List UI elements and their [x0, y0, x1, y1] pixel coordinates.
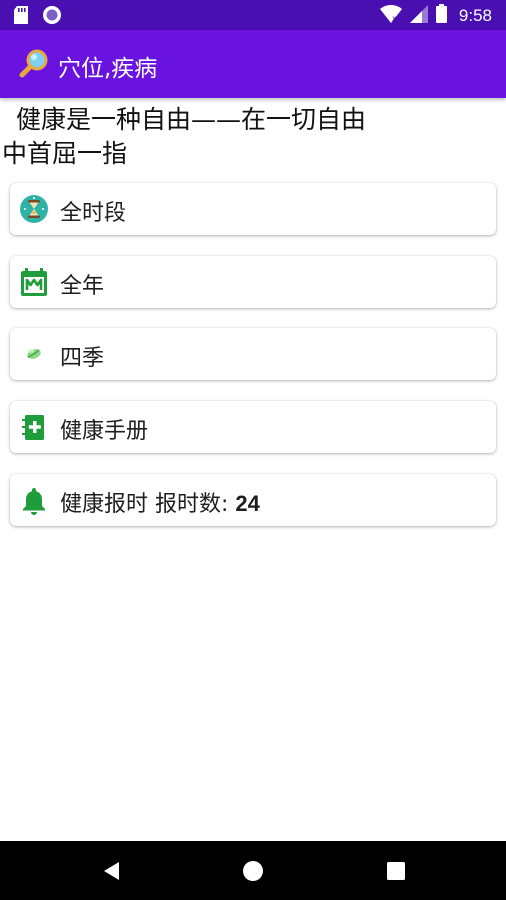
app-title: 穴位,疾病 — [58, 56, 158, 82]
menu-item-four-seasons[interactable]: 四季 — [10, 328, 496, 380]
circle-notification-icon — [42, 5, 62, 29]
menu-item-label: 四季 — [60, 346, 105, 371]
menu-item-label: 全年 — [60, 274, 105, 299]
svg-text:x: x — [392, 14, 397, 23]
status-right-icons: x 9:58 — [379, 4, 492, 27]
menu-item-full-year[interactable]: 全年 — [10, 256, 496, 308]
menu-item-all-periods[interactable]: 全时段 — [10, 183, 496, 235]
chime-count: 24 — [235, 491, 260, 516]
hourglass-icon — [19, 194, 49, 224]
motto-line-2: 中首屈一指 — [2, 139, 128, 168]
health-book-icon — [19, 412, 49, 442]
battery-icon — [435, 4, 447, 27]
menu-item-label: 健康报时 报时数: 24 — [60, 486, 260, 518]
system-nav-bar — [0, 841, 506, 900]
menu-item-label: 全时段 — [60, 201, 127, 226]
back-icon[interactable] — [100, 859, 124, 883]
wifi-icon: x — [379, 4, 402, 27]
magnifier-icon — [18, 48, 50, 80]
sd-card-icon — [14, 6, 28, 28]
bell-icon — [19, 485, 49, 515]
app-bar: 穴位,疾病 — [0, 30, 506, 98]
menu-item-label: 健康手册 — [60, 419, 149, 444]
status-bar: x 9:58 — [0, 0, 506, 30]
chime-label: 健康报时 报时数: — [60, 492, 236, 517]
leaf-icon — [19, 339, 49, 369]
recents-icon[interactable] — [384, 859, 408, 883]
menu-item-health-chime[interactable]: 健康报时 报时数: 24 — [10, 474, 496, 526]
menu-item-health-handbook[interactable]: 健康手册 — [10, 401, 496, 453]
home-icon[interactable] — [241, 859, 265, 883]
status-time: 9:58 — [458, 5, 492, 25]
cell-signal-icon — [409, 4, 428, 27]
motto-line-1: 健康是一种自由——在一切自由 — [16, 105, 367, 134]
calendar-icon — [19, 267, 49, 297]
status-left-icons — [14, 5, 62, 29]
motto-text: 健康是一种自由——在一切自由 中首屈一指 — [2, 103, 442, 171]
